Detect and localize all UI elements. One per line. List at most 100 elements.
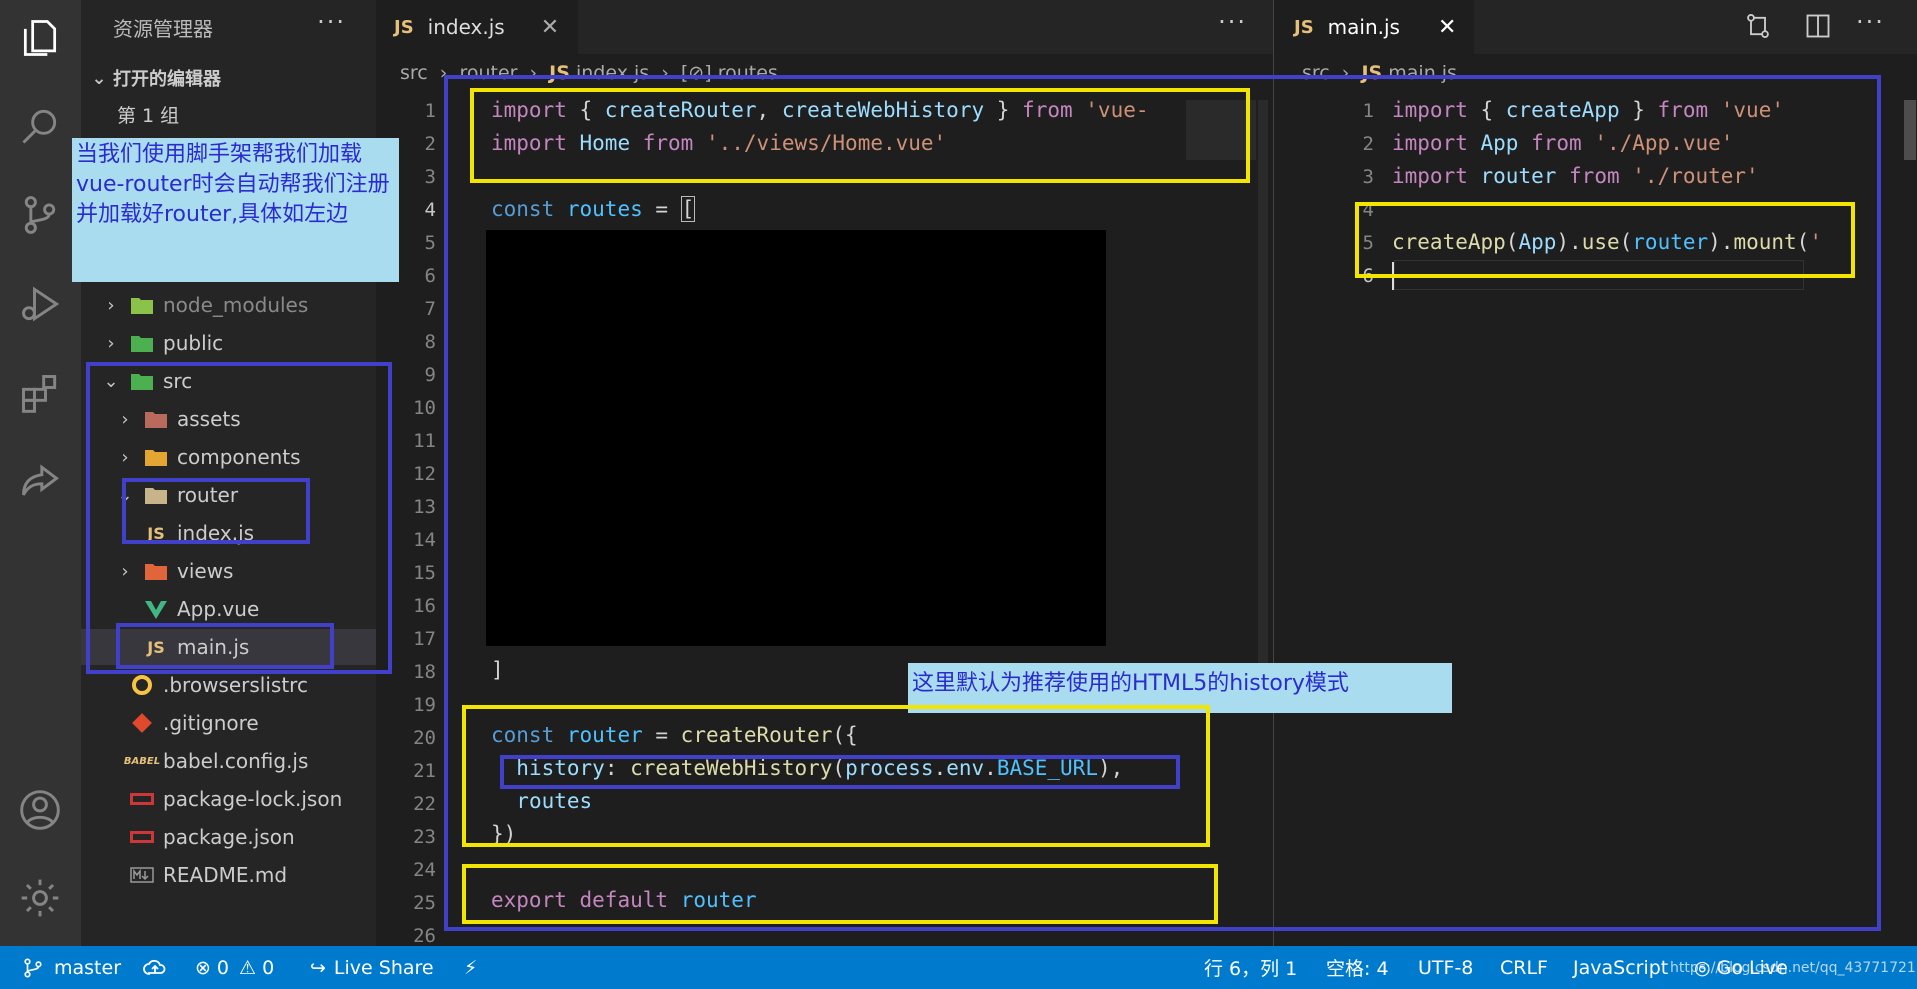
run-debug-icon[interactable] bbox=[10, 274, 70, 334]
live-share-button[interactable]: ↪ Live Share bbox=[310, 946, 434, 989]
more-actions-icon[interactable]: ··· bbox=[1218, 8, 1247, 36]
line-number: 21 bbox=[413, 760, 436, 782]
indentation[interactable]: 空格: 4 bbox=[1326, 946, 1389, 989]
cursor-position[interactable]: 行 6，列 1 bbox=[1204, 946, 1297, 989]
tree-item-node-modules[interactable]: › node_modules bbox=[101, 287, 308, 323]
tree-item-public[interactable]: › public bbox=[101, 325, 223, 361]
tab-index-js[interactable]: JS index.js ✕ bbox=[376, 0, 578, 54]
sync-icon[interactable] bbox=[143, 946, 167, 989]
tree-item-label: views bbox=[177, 559, 234, 583]
tree-item-label: src bbox=[163, 369, 193, 393]
code-line-2[interactable]: import Home from '../views/Home.vue' bbox=[491, 131, 946, 155]
js-file-icon: JS bbox=[1294, 16, 1314, 38]
code-line-4[interactable]: const routes = [ bbox=[491, 196, 696, 222]
public-folder-icon bbox=[129, 332, 155, 354]
tree-item-index-js[interactable]: JS index.js bbox=[135, 515, 254, 551]
source-control-icon[interactable] bbox=[10, 185, 70, 245]
lightning-icon[interactable]: ⚡ bbox=[464, 946, 477, 989]
extensions-icon[interactable] bbox=[10, 363, 70, 423]
tree-item-readme[interactable]: README.md bbox=[121, 857, 287, 893]
breadcrumb-item[interactable]: router bbox=[459, 62, 517, 84]
tree-item-label: assets bbox=[177, 407, 241, 431]
open-editors-section[interactable]: ⌄ 打开的编辑器 bbox=[81, 61, 376, 95]
scrollbar[interactable] bbox=[1904, 100, 1916, 160]
code-line-23[interactable]: }) bbox=[491, 822, 516, 846]
assets-folder-icon bbox=[143, 408, 169, 430]
open-editors-label: 打开的编辑器 bbox=[113, 69, 221, 90]
babel-icon: BABEL bbox=[123, 755, 161, 767]
line-number: 3 bbox=[1362, 166, 1374, 188]
compare-changes-icon[interactable] bbox=[1744, 12, 1772, 44]
problems-indicator[interactable]: ⊗ 0 ⚠ 0 bbox=[195, 946, 274, 989]
files-icon[interactable] bbox=[10, 8, 70, 68]
activity-bar bbox=[0, 0, 81, 946]
tree-item-assets[interactable]: › assets bbox=[115, 401, 241, 437]
line-number: 7 bbox=[424, 298, 436, 320]
tree-item-src[interactable]: ⌄ src bbox=[101, 363, 192, 399]
tree-item-label: .browserslistrc bbox=[163, 673, 308, 697]
code-line-2[interactable]: import App from './App.vue' bbox=[1392, 131, 1733, 155]
chevron-right-icon: › bbox=[121, 446, 129, 468]
tree-item-browserslistrc[interactable]: .browserslistrc bbox=[121, 667, 308, 703]
editor-group-label: 第 1 组 bbox=[117, 105, 180, 127]
code-line-20[interactable]: const router = createRouter({ bbox=[491, 723, 858, 747]
more-actions-icon[interactable]: ··· bbox=[317, 8, 346, 36]
branch-indicator[interactable]: master bbox=[22, 946, 121, 989]
split-editor-icon[interactable] bbox=[1804, 12, 1832, 44]
scrollbar[interactable] bbox=[1258, 100, 1268, 700]
encoding[interactable]: UTF-8 bbox=[1418, 946, 1473, 989]
account-icon[interactable] bbox=[10, 780, 70, 840]
line-number: 24 bbox=[413, 859, 436, 881]
code-line-1[interactable]: import { createApp } from 'vue' bbox=[1392, 98, 1784, 122]
live-share-icon[interactable] bbox=[10, 452, 70, 512]
breadcrumb-item[interactable]: index.js bbox=[576, 62, 649, 84]
code-line-25[interactable]: export default router bbox=[491, 888, 757, 912]
tree-item-label: public bbox=[163, 331, 224, 355]
line-number: 10 bbox=[413, 397, 436, 419]
breadcrumb-item[interactable]: routes bbox=[718, 62, 778, 84]
symbol-array-icon: [⊘] bbox=[680, 62, 712, 84]
settings-gear-icon[interactable] bbox=[10, 868, 70, 928]
chevron-right-icon: › bbox=[1341, 62, 1350, 84]
close-icon[interactable]: ✕ bbox=[1438, 15, 1456, 40]
code-line-18[interactable]: ] bbox=[491, 658, 504, 682]
tree-item-package-lock[interactable]: package-lock.json bbox=[121, 781, 342, 817]
chevron-right-icon: › bbox=[121, 560, 129, 582]
code-line-22[interactable]: routes bbox=[491, 789, 592, 813]
tree-item-app-vue[interactable]: App.vue bbox=[135, 591, 259, 627]
tree-item-router[interactable]: ⌄ router bbox=[115, 477, 238, 513]
language-mode[interactable]: JavaScript bbox=[1573, 946, 1668, 989]
tree-item-gitignore[interactable]: .gitignore bbox=[121, 705, 259, 741]
tree-item-label: router bbox=[177, 483, 239, 507]
close-icon[interactable]: ✕ bbox=[541, 15, 559, 40]
tree-item-label: main.js bbox=[177, 635, 250, 659]
tree-item-main-js[interactable]: JS main.js bbox=[81, 629, 376, 665]
tree-item-components[interactable]: › components bbox=[115, 439, 300, 475]
chevron-right-icon: › bbox=[107, 332, 115, 354]
code-line-21[interactable]: history: createWebHistory(process.env.BA… bbox=[491, 756, 1123, 780]
tree-item-views[interactable]: › views bbox=[115, 553, 233, 589]
browserslist-icon bbox=[129, 674, 155, 696]
folder-open-icon bbox=[143, 484, 169, 506]
live-share-label: Live Share bbox=[333, 956, 434, 979]
search-icon[interactable] bbox=[10, 96, 70, 156]
minimap[interactable] bbox=[1186, 100, 1256, 160]
tab-main-js[interactable]: JS main.js ✕ bbox=[1274, 0, 1474, 54]
code-line-3[interactable]: import router from './router' bbox=[1392, 164, 1759, 188]
breadcrumb-item[interactable]: main.js bbox=[1388, 62, 1457, 84]
chevron-down-icon: ⌄ bbox=[103, 370, 119, 392]
editor-group-1: JS index.js ✕ ··· src › router › JS inde… bbox=[376, 0, 1273, 947]
status-bar: master ⊗ 0 ⚠ 0 ↪ Live Share ⚡ 行 6，列 1 空格… bbox=[0, 946, 1917, 989]
line-number: 4 bbox=[1362, 199, 1374, 221]
line-ending[interactable]: CRLF bbox=[1500, 946, 1548, 989]
line-number: 19 bbox=[413, 694, 436, 716]
breadcrumb-item[interactable]: src bbox=[400, 62, 428, 84]
breadcrumb-item[interactable]: src bbox=[1302, 62, 1330, 84]
chevron-right-icon: › bbox=[121, 408, 129, 430]
tree-item-package-json[interactable]: package.json bbox=[121, 819, 295, 855]
code-line-5[interactable]: createApp(App).use(router).mount(' bbox=[1392, 230, 1822, 254]
tree-item-babel-config[interactable]: BABEL babel.config.js bbox=[121, 743, 309, 779]
code-line-1[interactable]: import { createRouter, createWebHistory … bbox=[491, 98, 1149, 122]
tree-item-label: babel.config.js bbox=[163, 749, 309, 773]
more-actions-icon[interactable]: ··· bbox=[1856, 8, 1885, 36]
